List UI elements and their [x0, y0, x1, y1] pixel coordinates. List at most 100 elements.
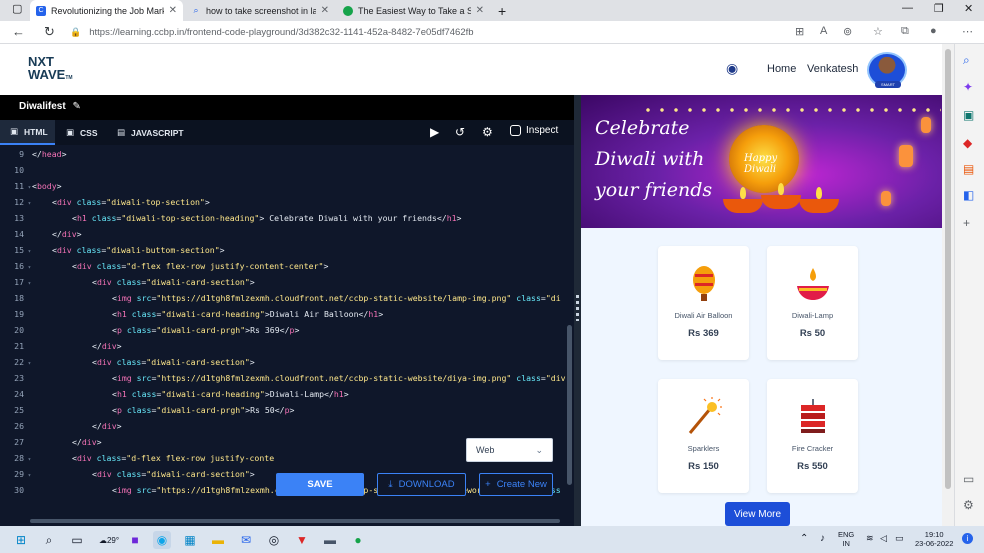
search-icon[interactable]: ⌕: [40, 531, 58, 549]
timer-icon[interactable]: ◉: [726, 60, 738, 77]
code-line[interactable]: 26 </div>: [0, 418, 574, 434]
games-icon[interactable]: ◆: [963, 136, 972, 150]
save-button[interactable]: SAVE: [276, 473, 364, 496]
project-name[interactable]: Diwalifest: [19, 101, 66, 112]
read-aloud-icon[interactable]: A: [820, 25, 827, 37]
microphone-icon[interactable]: ♪: [820, 534, 825, 544]
spotify-icon[interactable]: ●: [349, 531, 367, 549]
language-line-1: ENG: [838, 530, 855, 539]
url-field[interactable]: 🔒 https://learning.ccbp.in/frontend-code…: [70, 23, 770, 42]
edge-browser-icon[interactable]: ◉: [153, 531, 171, 549]
download-button[interactable]: ⤓ DOWNLOAD: [377, 473, 466, 496]
user-name[interactable]: Venkatesh: [807, 63, 858, 75]
collections-icon[interactable]: ⧉: [901, 25, 909, 38]
code-line[interactable]: 25 <p class="diwali-card-prgh">Rs 50</p>: [0, 402, 574, 418]
code-horizontal-scrollbar[interactable]: [30, 519, 560, 523]
code-line[interactable]: 10: [0, 162, 574, 178]
clock[interactable]: 19:10 23-06-2022: [915, 530, 953, 548]
favorites-icon[interactable]: ☆: [873, 25, 883, 38]
view-more-button[interactable]: View More: [725, 502, 790, 526]
tracking-icon[interactable]: ⊚: [843, 25, 852, 38]
code-line[interactable]: 20 <p class="diwali-card-prgh">Rs 369</p>: [0, 322, 574, 338]
code-line[interactable]: 22 ▾ <div class="diwali-card-section">: [0, 354, 574, 370]
wifi-icon[interactable]: ≋: [866, 534, 874, 543]
chevron-up-icon[interactable]: ⌃: [800, 534, 808, 544]
code-line[interactable]: 17 ▾ <div class="diwali-card-section">: [0, 274, 574, 290]
code-line[interactable]: 23 <img src="https://d1tgh8fmlzexmh.cloud…: [0, 370, 574, 386]
teams-chat-icon[interactable]: ■: [126, 531, 144, 549]
ms-store-icon[interactable]: ▦: [181, 531, 199, 549]
close-icon[interactable]: ✕: [169, 5, 177, 16]
code-line[interactable]: 18 <img src="https://d1tgh8fmlzexmh.cloud…: [0, 290, 574, 306]
file-explorer-icon[interactable]: ▬: [209, 531, 227, 549]
code-token: >: [249, 357, 255, 367]
sidebar-layout-icon[interactable]: ▭: [963, 472, 974, 486]
restore-icon[interactable]: ❐: [934, 2, 944, 15]
pane-resize-handle[interactable]: [574, 95, 581, 526]
product-card: Fire Cracker Rs 550: [767, 379, 858, 493]
language-indicator[interactable]: ENG IN: [838, 530, 854, 548]
code-line[interactable]: 21 </div>: [0, 338, 574, 354]
reset-icon[interactable]: ↺: [455, 125, 465, 139]
mail-icon[interactable]: ✉: [237, 531, 255, 549]
tab-html[interactable]: ▣ HTML: [0, 120, 55, 145]
browser-tab-2[interactable]: The Easiest Way to Take a Scree ✕: [337, 0, 490, 21]
page-scrollbar-thumb[interactable]: [945, 49, 951, 489]
tab-css[interactable]: ▣ CSS: [66, 120, 106, 145]
edit-icon[interactable]: ✎: [72, 101, 80, 112]
code-area[interactable]: 9 </head> 10 11 ▾<body> 12 ▾ <div class="diwa…: [0, 145, 574, 526]
search-icon[interactable]: ⌕: [963, 53, 970, 68]
task-view-icon[interactable]: ▭: [68, 531, 86, 549]
page-scrollbar[interactable]: [942, 44, 954, 526]
code-line[interactable]: 16 ▾ <div class="d-flex flex-row justify-…: [0, 258, 574, 274]
weather-widget[interactable]: ☁ 29°: [96, 531, 122, 549]
discover-icon[interactable]: ✦: [963, 80, 973, 94]
browser-tab-1[interactable]: ⌕ how to take screenshot in laptop ✕: [185, 0, 335, 21]
back-arrow-icon[interactable]: ←: [12, 24, 25, 39]
battery-icon[interactable]: ▭: [895, 534, 904, 543]
mcafee-icon[interactable]: ▼: [293, 531, 311, 549]
close-icon[interactable]: ✕: [476, 5, 484, 16]
tab-javascript[interactable]: ▤ JAVASCRIPT: [117, 120, 187, 145]
code-line[interactable]: 11 ▾<body>: [0, 178, 574, 194]
code-line[interactable]: 19 <h1 class="diwali-card-heading">Diwali…: [0, 306, 574, 322]
add-icon[interactable]: +: [963, 216, 970, 230]
create-new-button[interactable]: + Create New: [479, 473, 553, 496]
windows-start-icon[interactable]: ⊞: [12, 531, 30, 549]
tools-icon[interactable]: ▣: [963, 108, 974, 122]
code-line[interactable]: 14 </div>: [0, 226, 574, 242]
code-line[interactable]: 13 <h1 class="diwali-top-section-heading"…: [0, 210, 574, 226]
volume-icon[interactable]: ◁: [880, 534, 887, 543]
window-close-icon[interactable]: ✕: [964, 2, 973, 15]
new-tab-button[interactable]: +: [492, 0, 512, 21]
tab-actions-icon[interactable]: ▢: [12, 2, 22, 15]
code-line[interactable]: 15 ▾ <div class="diwali-buttom-section">: [0, 242, 574, 258]
minimize-icon[interactable]: —: [902, 2, 913, 14]
outlook-icon[interactable]: ◧: [963, 188, 974, 202]
code-line[interactable]: 12 ▾ <div class="diwali-top-section">: [0, 194, 574, 210]
profile-icon[interactable]: ●: [930, 25, 937, 37]
ccbp-icon: C: [36, 5, 46, 16]
close-icon[interactable]: ✕: [321, 5, 329, 16]
avatar[interactable]: SMART: [867, 52, 907, 88]
code-token: </: [32, 149, 42, 159]
notification-icon[interactable]: i: [962, 533, 973, 544]
code-vertical-scrollbar[interactable]: [567, 325, 572, 485]
inspect-toggle[interactable]: Inspect: [510, 125, 558, 136]
more-menu-icon[interactable]: ⋯: [962, 25, 973, 38]
code-line[interactable]: 9 </head>: [0, 146, 574, 162]
nxtwave-logo[interactable]: NXT WAVETM: [28, 55, 88, 85]
code-line[interactable]: 24 <h1 class="diwali-card-heading">Diwali…: [0, 386, 574, 402]
run-icon[interactable]: ▶: [430, 125, 439, 139]
browser-tab-0[interactable]: C Revolutionizing the Job Market | ✕: [30, 0, 183, 21]
gear-icon[interactable]: ⚙: [482, 125, 493, 139]
chrome-icon[interactable]: ◎: [265, 531, 283, 549]
nav-home-link[interactable]: Home: [767, 63, 796, 75]
refresh-icon[interactable]: ↻: [44, 24, 55, 40]
settings-icon[interactable]: ⚙: [963, 498, 974, 512]
app-available-icon[interactable]: ⊞: [795, 25, 804, 38]
office-icon[interactable]: ▤: [963, 162, 974, 176]
media-player-icon[interactable]: ▬: [321, 531, 339, 549]
inspect-checkbox[interactable]: [510, 125, 521, 136]
device-select[interactable]: Web ⌄: [466, 438, 553, 462]
